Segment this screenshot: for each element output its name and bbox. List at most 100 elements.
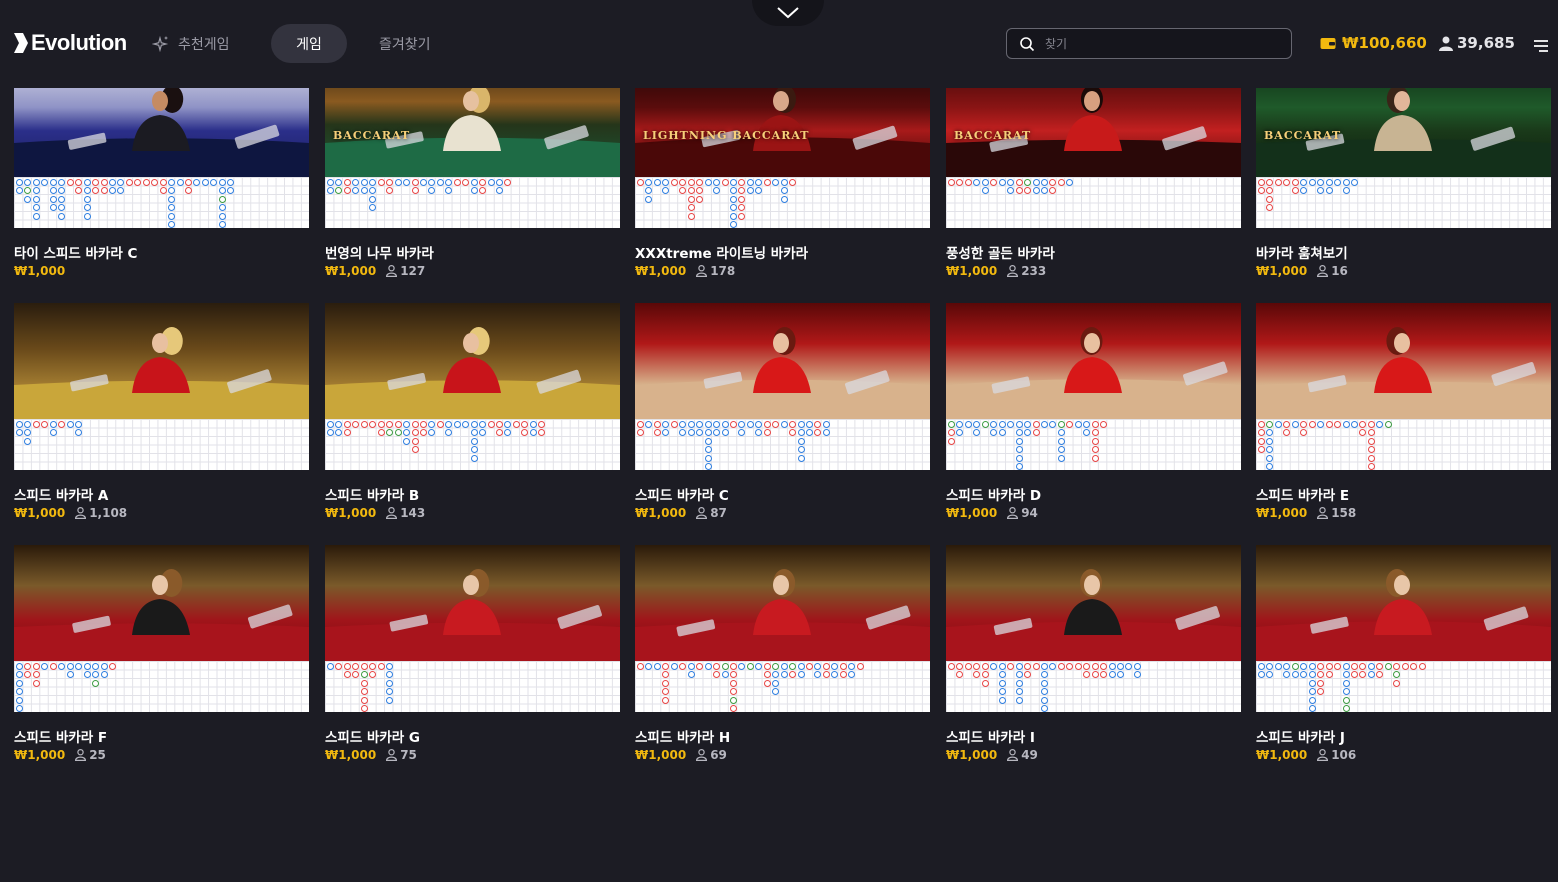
brand-logo[interactable]: Evolution: [14, 30, 127, 56]
road-marker: [445, 187, 453, 194]
road-marker: [1350, 420, 1358, 428]
road-marker: [1049, 187, 1057, 194]
player-count-value: 16: [1331, 264, 1348, 278]
collapse-toggle[interactable]: [752, 0, 824, 26]
road-marker: [1083, 429, 1091, 436]
nav-games[interactable]: 게임: [271, 24, 347, 63]
game-title: 스피드 바카라 A: [14, 488, 109, 504]
road-marker: [134, 178, 142, 186]
search-input[interactable]: [1043, 35, 1267, 52]
road-marker: [772, 420, 780, 428]
road-marker: [16, 178, 23, 186]
player-count: 158: [1317, 506, 1356, 520]
game-title: 풍성한 골든 바카라: [946, 246, 1055, 262]
road-marker: [1258, 187, 1265, 194]
road-marker: [360, 705, 368, 712]
road-marker: [1258, 420, 1265, 428]
game-meta: ₩1,000 106: [1256, 748, 1356, 762]
road-marker: [1258, 178, 1265, 186]
road-marker: [662, 688, 670, 695]
road-marker: [998, 671, 1006, 678]
road-marker: [1108, 671, 1116, 678]
road-marker: [831, 662, 839, 670]
road-marker: [24, 671, 32, 678]
road-marker: [445, 178, 453, 186]
road-marker: [814, 662, 822, 670]
road-marker: [394, 178, 402, 186]
menu-button[interactable]: [1534, 37, 1548, 56]
game-title: 스피드 바카라 D: [946, 488, 1042, 504]
game-thumbnail[interactable]: [1256, 545, 1551, 661]
road-marker: [738, 187, 746, 194]
road-marker: [1074, 420, 1082, 428]
road-marker: [538, 429, 546, 436]
road-marker: [227, 178, 235, 186]
road-marker: [662, 696, 670, 704]
road-marker: [763, 178, 771, 186]
road-marker: [360, 187, 368, 194]
road-marker: [49, 662, 57, 670]
game-title: 스피드 바카라 E: [1256, 488, 1350, 504]
game-thumbnail[interactable]: [14, 303, 309, 419]
road-marker: [713, 662, 721, 670]
search-box[interactable]: [1006, 28, 1292, 59]
road-marker: [729, 221, 737, 228]
road-marker: [1308, 696, 1316, 704]
game-thumbnail[interactable]: [946, 303, 1241, 419]
user-icon: [386, 265, 398, 277]
road-marker: [729, 696, 737, 704]
road-marker: [848, 662, 856, 670]
game-title: 스피드 바카라 B: [325, 488, 420, 504]
game-title: 스피드 바카라 C: [635, 488, 729, 504]
balance-display[interactable]: ₩100,660: [1320, 34, 1427, 52]
road-marker: [1342, 696, 1350, 704]
road-marker: [92, 178, 100, 186]
road-marker: [1074, 662, 1082, 670]
player-count: 25: [75, 748, 106, 762]
road-marker: [369, 178, 377, 186]
road-marker: [998, 662, 1006, 670]
game-thumbnail[interactable]: [635, 303, 930, 419]
road-marker: [1300, 178, 1308, 186]
road-marker: [327, 662, 334, 670]
road-marker: [83, 662, 91, 670]
game-thumbnail[interactable]: [325, 303, 620, 419]
game-thumbnail[interactable]: [325, 545, 620, 661]
road-marker: [16, 688, 23, 695]
road-marker: [679, 429, 687, 436]
road-marker: [789, 671, 797, 678]
road-marker: [1049, 662, 1057, 670]
min-bet: ₩1,000: [14, 264, 66, 278]
road-marker: [436, 420, 444, 428]
road-marker: [185, 187, 192, 194]
nav-favorites[interactable]: 즐겨찾기: [379, 24, 431, 63]
bead-road: [1256, 419, 1551, 470]
road-marker: [479, 187, 487, 194]
game-thumbnail[interactable]: [635, 545, 930, 661]
road-marker: [755, 178, 763, 186]
player-count-value: 49: [1021, 748, 1038, 762]
game-thumbnail[interactable]: [14, 545, 309, 661]
game-meta: ₩1,000 143: [325, 506, 425, 520]
road-marker: [386, 671, 394, 678]
road-marker: [670, 662, 678, 670]
road-marker: [470, 437, 478, 445]
road-marker: [696, 187, 704, 194]
road-marker: [496, 187, 503, 194]
road-marker: [411, 187, 419, 194]
road-marker: [696, 420, 704, 428]
road-marker: [218, 187, 226, 194]
road-marker: [1300, 420, 1308, 428]
road-marker: [780, 662, 788, 670]
nav-recommended[interactable]: 추천게임: [152, 24, 230, 63]
road-marker: [1091, 454, 1099, 462]
road-marker: [738, 212, 746, 220]
road-marker: [1342, 679, 1350, 687]
game-thumbnail[interactable]: [1256, 303, 1551, 419]
road-marker: [1066, 178, 1074, 186]
game-thumbnail[interactable]: [946, 545, 1241, 661]
user-icon: [1317, 749, 1329, 761]
road-marker: [1032, 420, 1040, 428]
road-marker: [369, 195, 377, 203]
game-badge-label: LIGHTNING BACCARAT: [643, 129, 810, 142]
